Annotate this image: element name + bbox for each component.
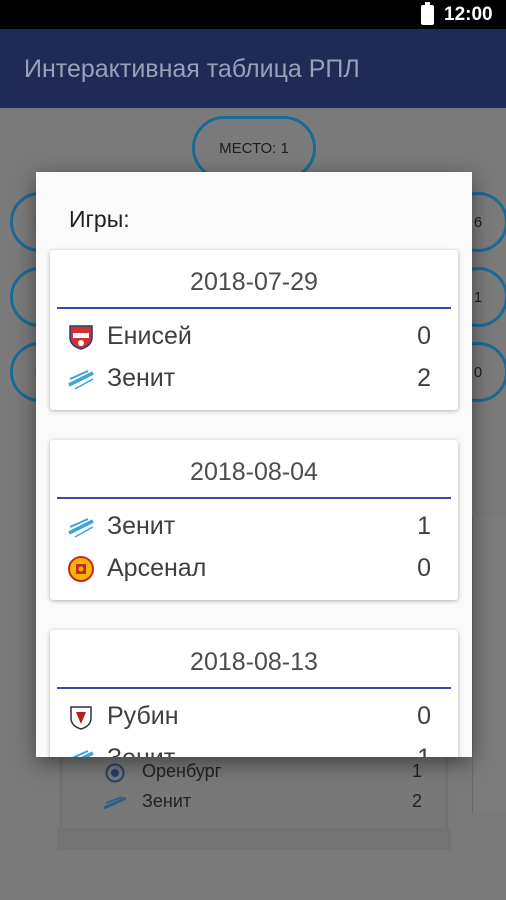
background-card-shadow	[57, 828, 451, 850]
game-card[interactable]: 2018-07-29 Енисей 0 Зенит 2	[50, 250, 458, 410]
background-team-score: 2	[411, 791, 422, 811]
zenit-logo-icon	[67, 365, 95, 393]
team-row: Зенит 1	[67, 742, 441, 757]
team-score: 1	[417, 512, 431, 540]
zenit-logo-icon	[102, 793, 128, 813]
zenit-logo-icon	[67, 745, 95, 757]
team-row: Енисей 0	[67, 320, 441, 354]
team-name: Рубин	[107, 702, 179, 730]
game-card[interactable]: 2018-08-04 Зенит 1 Арсенал 0	[50, 440, 458, 600]
app-title: Интерактивная таблица РПЛ	[24, 55, 360, 83]
status-bar: 12:00	[0, 0, 506, 29]
stat-bubble-text: 1	[473, 288, 483, 306]
team-score: 0	[417, 702, 431, 730]
team-row: Арсенал 0	[67, 552, 441, 586]
team-score: 2	[417, 364, 431, 392]
place-label: МЕСТО: 1	[219, 139, 289, 157]
zenit-logo-icon	[67, 513, 95, 541]
team-row: Рубин 0	[67, 700, 441, 734]
team-score: 0	[417, 554, 431, 582]
background-game-card: Оренбург 1 Зенит 2	[62, 755, 446, 828]
battery-icon	[421, 2, 434, 25]
background-team-name: Зенит	[142, 791, 192, 811]
orenburg-logo-icon	[102, 763, 128, 783]
date-divider	[57, 307, 451, 309]
arsenal-logo-icon	[67, 555, 95, 583]
team-name: Зенит	[107, 364, 176, 392]
status-time: 12:00	[444, 4, 493, 25]
stat-bubble-text: 6	[473, 213, 483, 231]
date-divider	[57, 497, 451, 499]
game-date: 2018-08-04	[190, 458, 318, 486]
team-row: Зенит 1	[67, 510, 441, 544]
game-date: 2018-07-29	[190, 268, 318, 296]
rubin-logo-icon	[67, 703, 95, 731]
stat-bubble-text: 0	[473, 363, 483, 381]
background-team-row: Зенит 2	[102, 791, 422, 815]
background-team-row: Оренбург 1	[102, 761, 422, 785]
team-score: 1	[417, 744, 431, 757]
team-score: 0	[417, 322, 431, 350]
team-name: Арсенал	[107, 554, 207, 582]
yenisey-logo-icon	[67, 323, 95, 351]
team-name: Енисей	[107, 322, 192, 350]
team-name: Зенит	[107, 512, 176, 540]
background-team-name: Оренбург	[142, 761, 222, 781]
team-row: Зенит 2	[67, 362, 441, 396]
background-side-panel	[472, 516, 506, 813]
place-badge: МЕСТО: 1	[192, 116, 316, 180]
team-name: Зенит	[107, 744, 175, 757]
games-dialog[interactable]: Игры: 2018-07-29 Енисей 0 Зенит 2 2018-0…	[36, 172, 472, 757]
game-card[interactable]: 2018-08-13 Рубин 0 Зенит 1	[50, 630, 458, 757]
date-divider	[57, 687, 451, 689]
dialog-title: Игры:	[69, 206, 130, 232]
game-date: 2018-08-13	[190, 648, 318, 676]
background-team-score: 1	[411, 761, 422, 781]
